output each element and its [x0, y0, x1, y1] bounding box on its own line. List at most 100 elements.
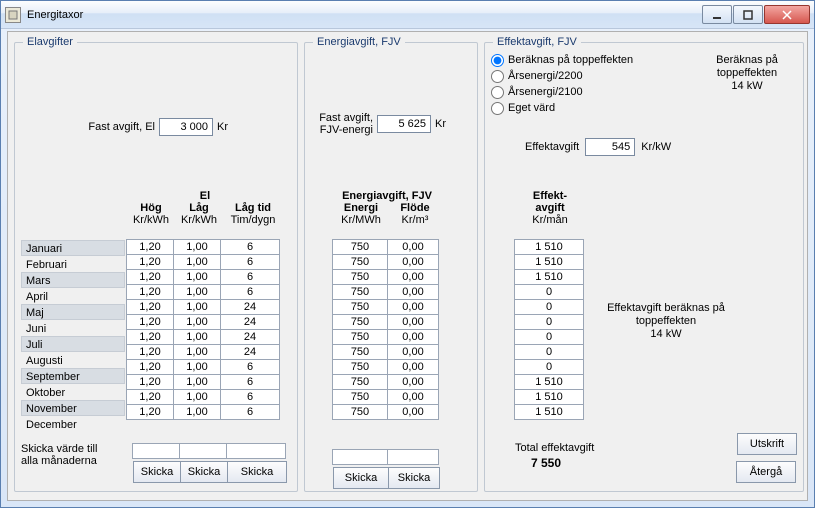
eff-cell[interactable]: 0 — [514, 299, 584, 315]
el-cell-hog[interactable]: 1,20 — [126, 284, 174, 300]
fjv-cell-en[interactable]: 750 — [332, 389, 388, 405]
eff-cell[interactable]: 1 510 — [514, 239, 584, 255]
el-cell-lag[interactable]: 1,00 — [173, 359, 221, 375]
el-cell-lag[interactable]: 1,00 — [173, 269, 221, 285]
el-cell-lt[interactable]: 6 — [220, 374, 280, 390]
el-cell-lag[interactable]: 1,00 — [173, 374, 221, 390]
el-fast-input[interactable] — [159, 118, 213, 136]
fjv-cell-fl[interactable]: 0,00 — [387, 284, 439, 300]
fjv-cell-en[interactable]: 750 — [332, 359, 388, 375]
radio-arsenergi-2200-input[interactable] — [491, 70, 504, 83]
eff-input[interactable] — [585, 138, 635, 156]
fjv-cell-fl[interactable]: 0,00 — [387, 389, 439, 405]
maximize-button[interactable] — [733, 5, 763, 24]
el-cell-lag[interactable]: 1,00 — [173, 389, 221, 405]
fjv-cell-fl[interactable]: 0,00 — [387, 254, 439, 270]
el-send-lag-button[interactable]: Skicka — [180, 461, 228, 483]
eff-calc-note-1: Beräknas på toppeffekten — [699, 54, 795, 80]
el-cell-lt[interactable]: 24 — [220, 299, 280, 315]
el-send-hog-button[interactable]: Skicka — [133, 461, 181, 483]
el-send-hog-input[interactable] — [132, 443, 180, 459]
titlebar[interactable]: Energitaxor — [1, 1, 814, 29]
fjv-cell-fl[interactable]: 0,00 — [387, 329, 439, 345]
eff-cell[interactable]: 1 510 — [514, 254, 584, 270]
el-cell-lag[interactable]: 1,00 — [173, 239, 221, 255]
radio-toppeffekten-input[interactable] — [491, 54, 504, 67]
radio-toppeffekten[interactable]: Beräknas på toppeffekten — [491, 52, 633, 68]
el-send-lag-input[interactable] — [179, 443, 227, 459]
el-cell-lt[interactable]: 6 — [220, 254, 280, 270]
el-cell-lt[interactable]: 24 — [220, 329, 280, 345]
el-cell-hog[interactable]: 1,20 — [126, 239, 174, 255]
el-cell-lt[interactable]: 24 — [220, 344, 280, 360]
eff-cell[interactable]: 1 510 — [514, 374, 584, 390]
el-cell-lag[interactable]: 1,00 — [173, 284, 221, 300]
fjv-cell-en[interactable]: 750 — [332, 269, 388, 285]
el-cell-lt[interactable]: 6 — [220, 269, 280, 285]
eff-cell[interactable]: 0 — [514, 314, 584, 330]
eff-cell[interactable]: 1 510 — [514, 389, 584, 405]
eff-cell[interactable]: 1 510 — [514, 404, 584, 420]
el-cell-lt[interactable]: 6 — [220, 389, 280, 405]
eff-cell[interactable]: 0 — [514, 329, 584, 345]
fjv-cell-fl[interactable]: 0,00 — [387, 374, 439, 390]
fjv-cell-fl[interactable]: 0,00 — [387, 344, 439, 360]
fjv-cell-en[interactable]: 750 — [332, 284, 388, 300]
el-cell-hog[interactable]: 1,20 — [126, 359, 174, 375]
fjv-cell-fl[interactable]: 0,00 — [387, 404, 439, 420]
print-button[interactable]: Utskrift — [737, 433, 797, 455]
el-cell-lag[interactable]: 1,00 — [173, 404, 221, 420]
fjv-cell-en[interactable]: 750 — [332, 254, 388, 270]
fjv-cell-en[interactable]: 750 — [332, 374, 388, 390]
back-button[interactable]: Återgå — [736, 461, 796, 483]
close-button[interactable] — [764, 5, 810, 24]
fjv-send-energi-input[interactable] — [332, 449, 388, 465]
eff-cell[interactable]: 0 — [514, 359, 584, 375]
el-cell-lag[interactable]: 1,00 — [173, 344, 221, 360]
el-cell-hog[interactable]: 1,20 — [126, 269, 174, 285]
radio-arsenergi-2100-input[interactable] — [491, 86, 504, 99]
minimize-button[interactable] — [702, 5, 732, 24]
fjv-cell-fl[interactable]: 0,00 — [387, 299, 439, 315]
el-cell-hog[interactable]: 1,20 — [126, 254, 174, 270]
fjv-cell-en[interactable]: 750 — [332, 344, 388, 360]
fjv-cell-en[interactable]: 750 — [332, 314, 388, 330]
fjv-send-energi-button[interactable]: Skicka — [333, 467, 389, 489]
el-cell-hog[interactable]: 1,20 — [126, 314, 174, 330]
fjv-send-flode-button[interactable]: Skicka — [388, 467, 440, 489]
eff-cell[interactable]: 1 510 — [514, 269, 584, 285]
el-cell-lt[interactable]: 6 — [220, 284, 280, 300]
fjv-cell-fl[interactable]: 0,00 — [387, 269, 439, 285]
radio-arsenergi-2100[interactable]: Årsenergi/2100 — [491, 84, 633, 100]
el-cell-lt[interactable]: 24 — [220, 314, 280, 330]
eff-cell[interactable]: 0 — [514, 344, 584, 360]
fjv-cell-en[interactable]: 750 — [332, 299, 388, 315]
fjv-cell-fl[interactable]: 0,00 — [387, 359, 439, 375]
eff-cell[interactable]: 0 — [514, 284, 584, 300]
el-cell-hog[interactable]: 1,20 — [126, 344, 174, 360]
el-cell-lt[interactable]: 6 — [220, 359, 280, 375]
el-cell-hog[interactable]: 1,20 — [126, 404, 174, 420]
fjv-cell-en[interactable]: 750 — [332, 329, 388, 345]
el-cell-lag[interactable]: 1,00 — [173, 254, 221, 270]
el-cell-hog[interactable]: 1,20 — [126, 374, 174, 390]
fjv-cell-fl[interactable]: 0,00 — [387, 239, 439, 255]
radio-arsenergi-2200[interactable]: Årsenergi/2200 — [491, 68, 633, 84]
el-send-lagtid-button[interactable]: Skicka — [227, 461, 287, 483]
fjv-cell-en[interactable]: 750 — [332, 239, 388, 255]
el-send-lagtid-input[interactable] — [226, 443, 286, 459]
el-cell-hog[interactable]: 1,20 — [126, 389, 174, 405]
fjv-cell-fl[interactable]: 0,00 — [387, 314, 439, 330]
el-cell-lag[interactable]: 1,00 — [173, 329, 221, 345]
el-cell-lt[interactable]: 6 — [220, 239, 280, 255]
el-cell-lag[interactable]: 1,00 — [173, 299, 221, 315]
el-cell-hog[interactable]: 1,20 — [126, 329, 174, 345]
el-cell-hog[interactable]: 1,20 — [126, 299, 174, 315]
radio-eget-vard-input[interactable] — [491, 102, 504, 115]
el-cell-lag[interactable]: 1,00 — [173, 314, 221, 330]
fjv-fast-input[interactable] — [377, 115, 431, 133]
el-cell-lt[interactable]: 6 — [220, 404, 280, 420]
radio-eget-vard[interactable]: Eget värd — [491, 100, 633, 116]
fjv-send-flode-input[interactable] — [387, 449, 439, 465]
fjv-cell-en[interactable]: 750 — [332, 404, 388, 420]
